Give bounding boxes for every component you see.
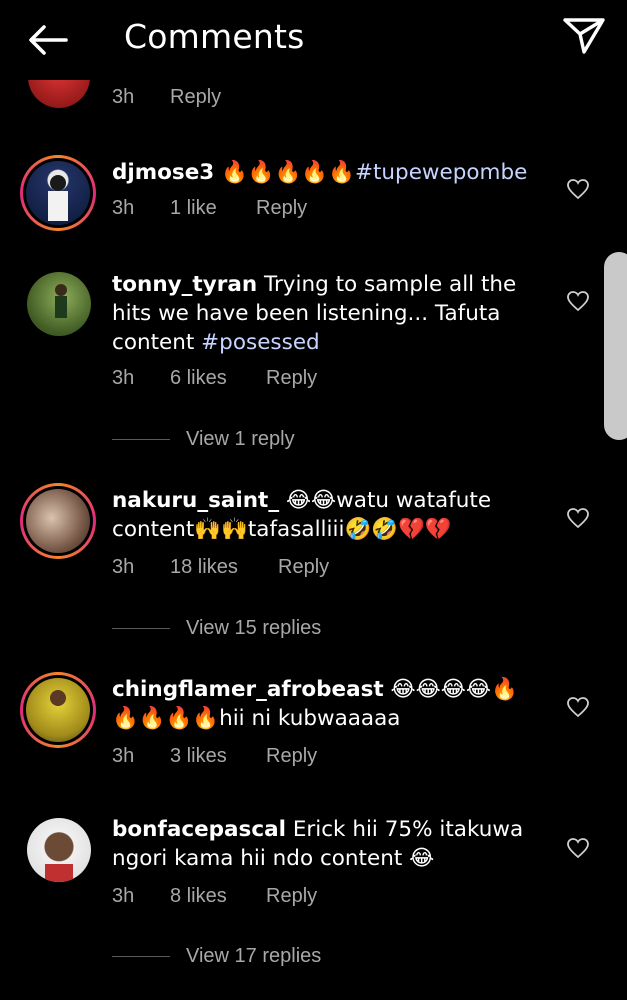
comment-meta: 3h 8 likes Reply — [112, 885, 317, 908]
comment-time: 3h — [112, 197, 135, 219]
comment-time: 3h — [112, 745, 135, 767]
comment-time: 3h — [112, 86, 135, 108]
view-replies-label: View 15 replies — [186, 617, 322, 639]
comment-time: 3h — [112, 885, 135, 907]
comment-time: 3h — [112, 367, 135, 389]
divider-line — [112, 628, 170, 629]
heart-icon[interactable] — [566, 837, 590, 859]
comment-username[interactable]: djmose3 — [112, 160, 214, 185]
comment-time: 3h — [112, 556, 135, 578]
comment-likes[interactable]: 6 likes — [170, 367, 266, 390]
comment-meta: 3h 3 likes Reply — [112, 745, 317, 768]
view-replies-label: View 1 reply — [186, 428, 295, 450]
comment-username[interactable]: nakuru_saint_ — [112, 488, 279, 513]
comment-text: djmose3 🔥🔥🔥🔥🔥#tupewepombe — [112, 158, 542, 187]
comment-meta: 3h Reply — [112, 86, 221, 109]
avatar-with-story-ring[interactable] — [20, 155, 96, 231]
view-replies-button[interactable]: View 17 replies — [112, 945, 321, 968]
heart-icon[interactable] — [566, 290, 590, 312]
comment-likes[interactable]: 8 likes — [170, 885, 266, 908]
comment-meta: 3h 18 likes Reply — [112, 556, 329, 579]
paper-plane-icon — [563, 18, 605, 54]
view-replies-button[interactable]: View 15 replies — [112, 617, 321, 640]
hashtag-link[interactable]: #posessed — [201, 330, 320, 355]
comment-username[interactable]: tonny_tyran — [112, 272, 257, 297]
reply-button[interactable]: Reply — [278, 556, 329, 579]
hashtag-link[interactable]: #tupewepombe — [355, 160, 527, 185]
reply-button[interactable]: Reply — [170, 86, 221, 109]
comment-likes[interactable]: 1 like — [170, 197, 256, 220]
reply-button[interactable]: Reply — [256, 197, 307, 220]
share-button[interactable] — [561, 16, 607, 56]
heart-icon[interactable] — [566, 178, 590, 200]
divider-line — [112, 956, 170, 957]
view-replies-label: View 17 replies — [186, 945, 322, 967]
divider-line — [112, 439, 170, 440]
comment-text: chingflamer_afrobeast 😂😂😂😂🔥🔥🔥🔥🔥hii ni ku… — [112, 675, 542, 733]
comment-likes[interactable]: 18 likes — [170, 556, 278, 579]
comment-text: bonfacepascal Erick hii 75% itakuwa ngor… — [112, 815, 542, 873]
comment-body: 🔥🔥🔥🔥🔥 — [221, 160, 355, 185]
heart-icon[interactable] — [566, 507, 590, 529]
avatar-with-story-ring[interactable] — [20, 483, 96, 559]
comment-meta: 3h 1 like Reply — [112, 197, 307, 220]
page-title: Comments — [124, 17, 305, 56]
back-button[interactable] — [26, 22, 70, 58]
view-replies-button[interactable]: View 1 reply — [112, 428, 295, 451]
comment-text: tonny_tyran Trying to sample all the hit… — [112, 270, 542, 357]
scrollbar-handle[interactable] — [604, 252, 627, 440]
comment-meta: 3h 6 likes Reply — [112, 367, 317, 390]
reply-button[interactable]: Reply — [266, 885, 317, 908]
arrow-left-icon — [29, 25, 68, 55]
comment-username[interactable]: chingflamer_afrobeast — [112, 677, 384, 702]
avatar[interactable] — [27, 818, 91, 882]
comment-likes[interactable]: 3 likes — [170, 745, 266, 768]
header-bar: Comments — [0, 0, 627, 80]
reply-button[interactable]: Reply — [266, 745, 317, 768]
heart-icon[interactable] — [566, 696, 590, 718]
avatar-with-story-ring[interactable] — [20, 672, 96, 748]
avatar[interactable] — [27, 272, 91, 336]
comment-text: nakuru_saint_ 😂😂watu watafute content🙌🙌t… — [112, 486, 542, 544]
reply-button[interactable]: Reply — [266, 367, 317, 390]
comment-username[interactable]: bonfacepascal — [112, 817, 286, 842]
